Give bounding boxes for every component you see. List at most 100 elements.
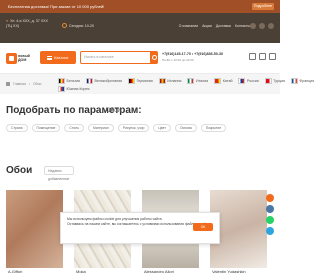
location-pin-icon: ● — [6, 19, 9, 23]
country-option[interactable]: Испания — [158, 78, 182, 84]
home-icon[interactable] — [6, 82, 10, 86]
flag-icon — [238, 78, 246, 84]
product-brand[interactable]: Moka — [76, 269, 86, 274]
compare-icon[interactable] — [259, 53, 266, 60]
page-title: Обои — [6, 165, 33, 176]
product-brand[interactable]: Alessandro Allori — [144, 269, 174, 274]
catalog-button[interactable]: Каталог — [40, 51, 76, 64]
search-icon[interactable] — [150, 51, 158, 64]
flag-icon — [128, 78, 136, 84]
country-option[interactable]: Великобритания — [85, 78, 123, 84]
sort-select[interactable]: Недавно добавленные — [44, 166, 74, 181]
floating-contact-bar — [266, 194, 274, 235]
clock-icon — [62, 23, 67, 28]
main-header: новый ДОМ Каталог Искать в каталоге +7(9… — [0, 43, 280, 74]
logo-line-2: ДОМ — [18, 58, 27, 62]
flag-icon — [58, 86, 65, 92]
product-brand[interactable]: Valentin Yudashkin — [212, 269, 246, 274]
link-delivery[interactable]: Доставка — [216, 24, 231, 28]
country-label: Испания — [167, 78, 182, 83]
product-image[interactable] — [6, 190, 63, 268]
cookie-notice: Мы используем файлы cookie для улучшения… — [60, 212, 220, 244]
param-chips: Страна Помещение Стиль Материал Рисунок,… — [6, 124, 227, 132]
flag-icon — [158, 78, 166, 84]
location-text: Ул. 4-я ХХХ, д. 37 ХХХ (ТЦ ХХ) — [6, 19, 48, 28]
link-contacts[interactable]: Контакты — [235, 24, 250, 28]
country-filter-bar: Бельгия Великобритания Германия Испания Итал… — [0, 74, 314, 94]
breadcrumb-current: Обои — [33, 82, 42, 86]
phone-icon[interactable] — [268, 23, 274, 29]
chip-coating[interactable]: Покрытие — [200, 124, 227, 132]
country-label: Великобритания — [94, 78, 123, 83]
utility-bar: ● Ул. 4-я ХХХ, д. 37 ХХХ (ТЦ ХХ) Сегодня… — [0, 13, 280, 43]
callback-icon[interactable] — [266, 194, 274, 202]
cookie-text-2: Оставаясь на нашем сайте, вы соглашаетес… — [67, 222, 209, 226]
country-option[interactable]: Китай — [214, 78, 232, 84]
product-brand[interactable]: A.Giffori — [8, 269, 22, 274]
logo-text: новый ДОМ — [18, 54, 30, 62]
link-promotions[interactable]: Акции — [202, 24, 212, 28]
country-option[interactable]: Бельгия — [58, 78, 80, 84]
country-label: Южная Корея — [66, 86, 90, 91]
breadcrumb-separator: › — [28, 82, 31, 86]
flag-icon — [264, 78, 272, 84]
phone-numbers[interactable]: +7(916)145-17-70 • +7(916)836-50-30 — [162, 52, 223, 56]
favorites-icon[interactable] — [249, 53, 256, 60]
breadcrumb: Главная › Обои — [6, 82, 41, 86]
site-logo[interactable]: новый ДОМ — [6, 50, 32, 66]
store-hours: Сегодня: 10-20 — [62, 23, 94, 28]
menu-icon — [47, 55, 53, 60]
utility-links: О компании Акции Доставка Контакты — [179, 24, 250, 28]
country-option[interactable]: Южная Корея — [58, 86, 90, 92]
promo-banner: Бесплатная доставка! При заказе от 10 00… — [0, 0, 280, 13]
country-label: Германия — [136, 78, 153, 83]
flag-icon — [187, 78, 195, 84]
chip-color[interactable]: Цвет — [153, 124, 171, 132]
logo-mark-icon — [6, 52, 17, 64]
country-label: Турция — [273, 78, 286, 83]
country-label: Китай — [222, 78, 233, 83]
country-label: Россия — [246, 78, 259, 83]
country-label: Франция — [299, 78, 315, 83]
country-label: Италия — [195, 78, 209, 83]
phone-hours: Пн-Вс с 10:00 до 20:00 — [162, 58, 194, 62]
whatsapp-icon[interactable] — [266, 216, 274, 224]
header-actions — [249, 53, 276, 60]
utility-icons — [250, 23, 274, 29]
flag-icon — [214, 78, 222, 84]
vk-icon[interactable] — [266, 205, 274, 213]
hours-text: Сегодня: 10-20 — [69, 23, 94, 28]
country-row-2: Южная Корея — [58, 86, 90, 92]
country-option[interactable]: Турция — [264, 78, 286, 84]
product-card[interactable]: A.Giffori — [6, 190, 63, 274]
search-input[interactable]: Искать в каталоге — [80, 51, 152, 64]
messenger-icon[interactable] — [250, 23, 256, 29]
country-row-1: Бельгия Великобритания Германия Испания Итал… — [58, 78, 314, 84]
breadcrumb-home[interactable]: Главная — [13, 82, 26, 86]
flag-icon — [291, 78, 299, 84]
params-heading: Подобрать по параметрам: — [6, 105, 142, 116]
chip-base[interactable]: Основа — [175, 124, 197, 132]
country-option[interactable]: Франция — [291, 78, 314, 84]
flag-icon — [85, 78, 93, 84]
chip-style[interactable]: Стиль — [64, 124, 85, 132]
link-about[interactable]: О компании — [179, 24, 198, 28]
chip-pattern[interactable]: Рисунок, узор — [117, 124, 150, 132]
cookie-accept-button[interactable]: ОК — [193, 223, 213, 231]
country-label: Бельгия — [66, 78, 80, 83]
country-option[interactable]: Россия — [238, 78, 259, 84]
social-icon[interactable] — [259, 23, 265, 29]
cart-icon[interactable] — [269, 53, 276, 60]
chip-room[interactable]: Помещение — [31, 124, 61, 132]
chip-country[interactable]: Страна — [6, 124, 28, 132]
chip-material[interactable]: Материал — [88, 124, 114, 132]
flag-icon — [58, 78, 65, 84]
store-location[interactable]: ● Ул. 4-я ХХХ, д. 37 ХХХ (ТЦ ХХ) — [6, 19, 52, 29]
catalog-label: Каталог — [54, 55, 69, 60]
country-option[interactable]: Германия — [128, 78, 153, 84]
promo-text: Бесплатная доставка! При заказе от 10 00… — [8, 4, 105, 9]
promo-more-button[interactable]: Подробнее — [252, 3, 274, 10]
country-option[interactable]: Италия — [187, 78, 208, 84]
telegram-icon[interactable] — [266, 227, 274, 235]
params-category: Обои — [106, 108, 121, 114]
